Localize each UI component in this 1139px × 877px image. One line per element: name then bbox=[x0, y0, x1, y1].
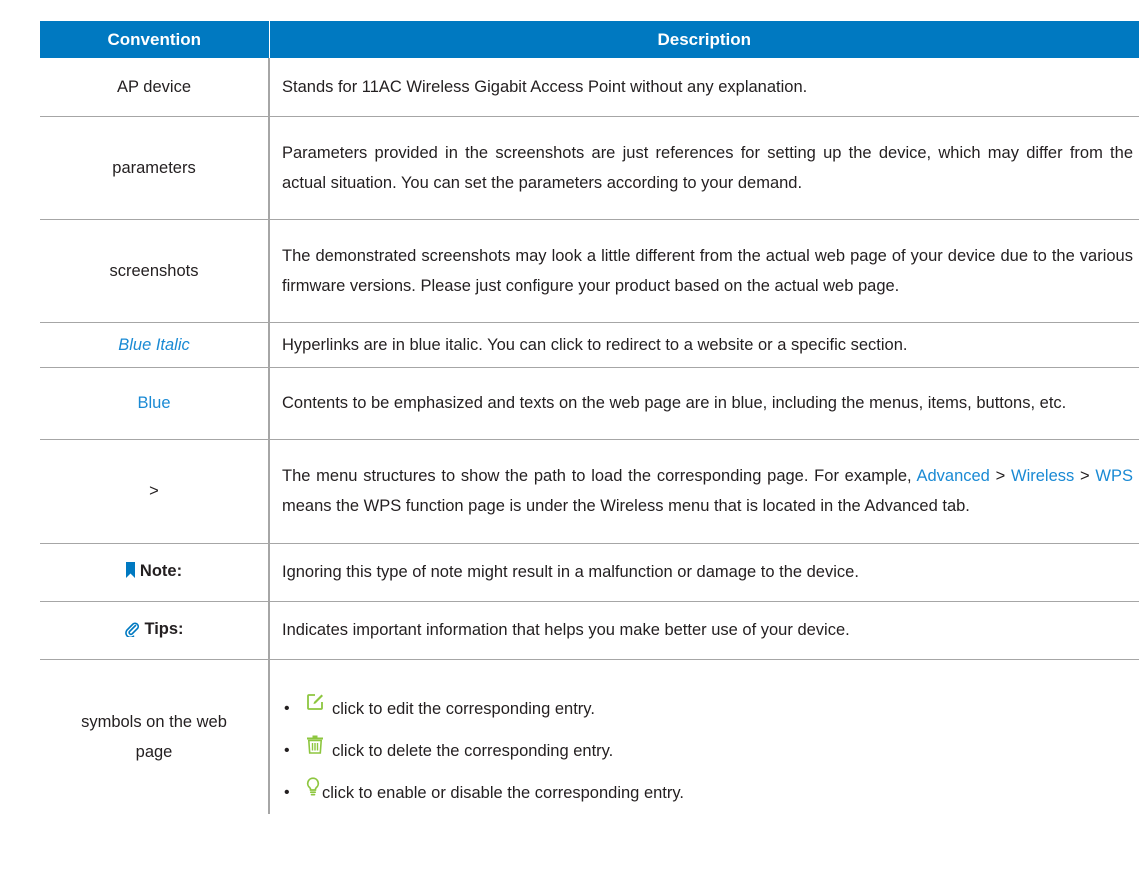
tips-label: Tips: bbox=[144, 619, 184, 638]
path-separator: > bbox=[989, 467, 1011, 485]
table-row: parameters Parameters provided in the sc… bbox=[40, 116, 1139, 220]
description-cell: The demonstrated screenshots may look a … bbox=[269, 219, 1139, 323]
list-item: • click to delete the corresponding entr… bbox=[282, 730, 1133, 772]
trash-icon bbox=[306, 735, 326, 757]
convention-cell: Blue Italic bbox=[40, 322, 270, 368]
menu-path-advanced: Advanced bbox=[916, 467, 990, 485]
bullet: • bbox=[284, 700, 290, 717]
convention-cell: Tips: bbox=[40, 601, 270, 660]
table-row: Note: Ignoring this type of note might r… bbox=[40, 543, 1139, 602]
paperclip-icon bbox=[124, 617, 140, 647]
table-row: Tips: Indicates important information th… bbox=[40, 601, 1139, 660]
table-row: Blue Contents to be emphasized and texts… bbox=[40, 367, 1139, 440]
convention-column-header: Convention bbox=[40, 21, 269, 58]
description-cell: Hyperlinks are in blue italic. You can c… bbox=[269, 322, 1139, 368]
description-text: The menu structures to show the path to … bbox=[282, 467, 917, 485]
description-cell: • click to edit the corresponding entry.… bbox=[269, 659, 1139, 814]
menu-path-wps: WPS bbox=[1095, 467, 1133, 485]
description-cell: Stands for 11AC Wireless Gigabit Access … bbox=[269, 58, 1139, 117]
convention-cell: Note: bbox=[40, 543, 270, 602]
path-separator: > bbox=[1074, 467, 1096, 485]
description-cell: Contents to be emphasized and texts on t… bbox=[269, 367, 1139, 440]
table-header-row: Convention Description bbox=[40, 21, 1139, 58]
description-cell: Ignoring this type of note might result … bbox=[269, 543, 1139, 602]
table-row: Blue Italic Hyperlinks are in blue itali… bbox=[40, 322, 1139, 368]
table-row: screenshots The demonstrated screenshots… bbox=[40, 219, 1139, 323]
description-text: means the WPS function page is under the… bbox=[282, 497, 970, 515]
menu-path-wireless: Wireless bbox=[1011, 467, 1075, 485]
symbol-text: click to enable or disable the correspon… bbox=[322, 784, 684, 802]
description-cell: The menu structures to show the path to … bbox=[269, 439, 1139, 544]
table-row: > The menu structures to show the path t… bbox=[40, 439, 1139, 544]
description-column-header: Description bbox=[268, 21, 1139, 58]
list-item: • click to enable or disable the corresp… bbox=[282, 772, 1133, 814]
convention-cell: symbols on the web page bbox=[40, 659, 270, 814]
symbols-list: • click to edit the corresponding entry.… bbox=[282, 688, 1133, 814]
description-cell: Indicates important information that hel… bbox=[269, 601, 1139, 660]
bookmark-icon bbox=[125, 558, 135, 588]
note-label: Note: bbox=[139, 562, 183, 580]
convention-cell: screenshots bbox=[40, 219, 270, 323]
conventions-table: Convention Description AP device Stands … bbox=[40, 21, 1139, 814]
symbol-text: click to delete the corresponding entry. bbox=[332, 742, 614, 760]
convention-cell: AP device bbox=[40, 58, 270, 117]
convention-cell: Blue bbox=[40, 367, 270, 440]
bullet: • bbox=[284, 784, 290, 801]
bulb-icon bbox=[306, 777, 320, 799]
convention-cell: > bbox=[40, 439, 270, 544]
symbol-text: click to edit the corresponding entry. bbox=[332, 700, 595, 718]
table-row: AP device Stands for 11AC Wireless Gigab… bbox=[40, 58, 1139, 117]
convention-cell: parameters bbox=[40, 116, 270, 220]
edit-icon bbox=[306, 693, 326, 715]
list-item: • click to edit the corresponding entry. bbox=[282, 688, 1133, 730]
bullet: • bbox=[284, 742, 290, 759]
table-row: symbols on the web page • click to edit … bbox=[40, 659, 1139, 814]
description-cell: Parameters provided in the screenshots a… bbox=[269, 116, 1139, 220]
